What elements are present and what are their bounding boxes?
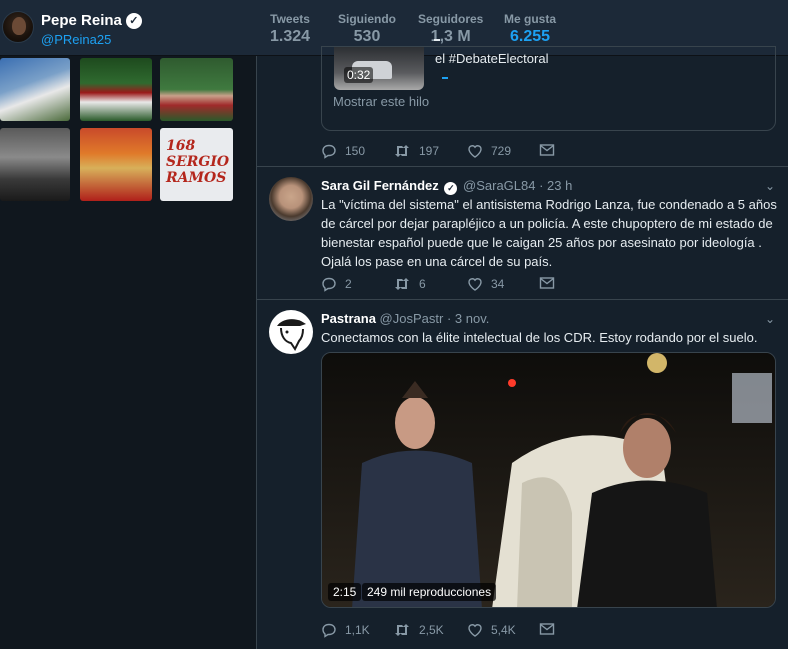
retweet-icon <box>395 145 409 157</box>
profile-name[interactable]: Pepe Reina <box>41 12 122 29</box>
reply-button[interactable]: 1,1K <box>321 622 370 638</box>
video-duration: 0:32 <box>344 67 374 83</box>
reply-button[interactable]: 2 <box>321 276 352 292</box>
retweet-button[interactable]: 6 <box>393 276 426 292</box>
user-avatar[interactable] <box>269 177 313 221</box>
message-icon <box>539 277 555 289</box>
retweet-count: 2,5K <box>419 623 444 637</box>
retweet-count: 6 <box>419 277 426 291</box>
user-handle[interactable]: @JosPastr <box>380 311 444 326</box>
stat-label: Tweets <box>270 12 310 26</box>
timeline: 0:32 el #DebateElectoral Mostrar este hi… <box>256 39 788 649</box>
stat-tweets[interactable]: Tweets 1.324 <box>270 12 310 46</box>
user-handle[interactable]: @SaraGL84 <box>463 178 535 193</box>
media-thumbnail[interactable]: 168 SERGIO RAMOS <box>160 128 233 201</box>
message-button[interactable] <box>539 143 555 157</box>
tweet-text: La "víctima del sistema" el antisistema … <box>321 197 777 269</box>
reply-icon <box>322 277 336 292</box>
stat-value: 1.324 <box>270 28 311 45</box>
user-name[interactable]: Sara Gil Fernández <box>321 178 439 193</box>
tweet-text: Conectamos con la élite intelectual de l… <box>321 330 758 345</box>
like-button[interactable]: 5,4K <box>467 622 516 638</box>
video-views: 249 mil reproducciones <box>362 583 497 601</box>
divider <box>434 39 440 41</box>
card-text[interactable]: el #DebateElectoral <box>435 51 548 66</box>
tweet[interactable]: Pastrana @JosPastr · 3 nov. ⌄ Conectamos… <box>257 300 788 649</box>
reply-count: 1,1K <box>345 623 370 637</box>
avatar-illustration <box>277 319 306 351</box>
tweet[interactable]: Sara Gil Fernández ✓ @SaraGL84 · 23 h ⌄ … <box>257 167 788 300</box>
message-button[interactable] <box>539 276 555 290</box>
media-thumbnail[interactable] <box>0 58 70 121</box>
media-thumbnail[interactable] <box>80 58 152 121</box>
reply-icon <box>322 144 336 159</box>
retweet-count: 197 <box>419 144 440 158</box>
retweet-button[interactable]: 2,5K <box>393 622 444 638</box>
retweet-button[interactable]: 197 <box>393 143 439 159</box>
tweet-actions: 150 197 729 <box>321 143 781 163</box>
like-count: 5,4K <box>491 623 516 637</box>
like-button[interactable]: 34 <box>467 276 504 292</box>
stat-followers[interactable]: Seguidores 1,3 M <box>418 12 483 46</box>
message-icon <box>539 623 555 635</box>
stat-label: Seguidores <box>418 12 484 26</box>
message-button[interactable] <box>539 622 555 636</box>
tweet-header: Sara Gil Fernández ✓ @SaraGL84 · 23 h <box>321 178 572 195</box>
reply-count: 150 <box>345 144 366 158</box>
stat-label: Siguiendo <box>338 12 396 26</box>
profile-name-row[interactable]: Pepe Reina ✓ <box>41 12 142 29</box>
like-icon <box>468 624 482 637</box>
stat-label: Me gusta <box>504 12 557 26</box>
video-player[interactable]: 2:15 249 mil reproducciones <box>321 352 776 608</box>
retweet-icon <box>395 624 409 636</box>
tweet-time[interactable]: · 3 nov. <box>447 311 489 326</box>
verified-icon: ✓ <box>444 182 458 195</box>
stat-likes[interactable]: Me gusta 6.255 <box>493 12 567 61</box>
verified-icon: ✓ <box>125 12 142 29</box>
stat-value: 530 <box>353 28 381 45</box>
message-icon <box>539 144 555 156</box>
stat-value: 1,3 M <box>430 28 471 45</box>
tweet-actions: 2 6 34 <box>321 276 781 296</box>
chevron-down-icon[interactable]: ⌄ <box>765 312 775 326</box>
tweet[interactable]: 0:32 el #DebateElectoral Mostrar este hi… <box>257 39 788 167</box>
video-thumbnail[interactable]: 0:32 <box>334 47 424 90</box>
video-duration: 2:15 <box>328 583 362 601</box>
like-button[interactable]: 729 <box>467 143 511 159</box>
like-icon <box>468 278 482 291</box>
tweet-actions: 1,1K 2,5K 5,4K <box>321 622 781 642</box>
media-thumbnail[interactable] <box>0 128 70 201</box>
user-name[interactable]: Pastrana <box>321 311 376 326</box>
media-thumbnail[interactable] <box>80 128 152 201</box>
reply-button[interactable]: 150 <box>321 143 365 159</box>
video-frame <box>322 353 775 607</box>
thumbnail-caption: 168 SERGIO RAMOS <box>166 138 230 186</box>
stat-following[interactable]: Siguiendo 530 <box>338 12 396 46</box>
show-thread-link[interactable]: Mostrar este hilo <box>333 94 429 109</box>
photos-videos-grid: 168 SERGIO RAMOS <box>0 56 256 649</box>
like-count: 729 <box>491 144 512 158</box>
user-avatar[interactable] <box>269 310 313 354</box>
like-icon <box>468 145 482 158</box>
media-thumbnail[interactable] <box>160 58 233 121</box>
profile-avatar[interactable] <box>2 11 34 43</box>
reply-count: 2 <box>345 277 352 291</box>
retweet-icon <box>395 278 409 290</box>
like-count: 34 <box>491 277 505 291</box>
divider <box>442 77 448 79</box>
stat-value: 6.255 <box>509 28 551 45</box>
tweet-time[interactable]: · 23 h <box>539 178 572 193</box>
tweet-header: Pastrana @JosPastr · 3 nov. <box>321 311 489 326</box>
profile-handle[interactable]: @PReina25 <box>41 32 111 47</box>
chevron-down-icon[interactable]: ⌄ <box>765 179 775 193</box>
reply-icon <box>322 623 336 638</box>
video-card[interactable]: 0:32 el #DebateElectoral Mostrar este hi… <box>321 39 776 131</box>
